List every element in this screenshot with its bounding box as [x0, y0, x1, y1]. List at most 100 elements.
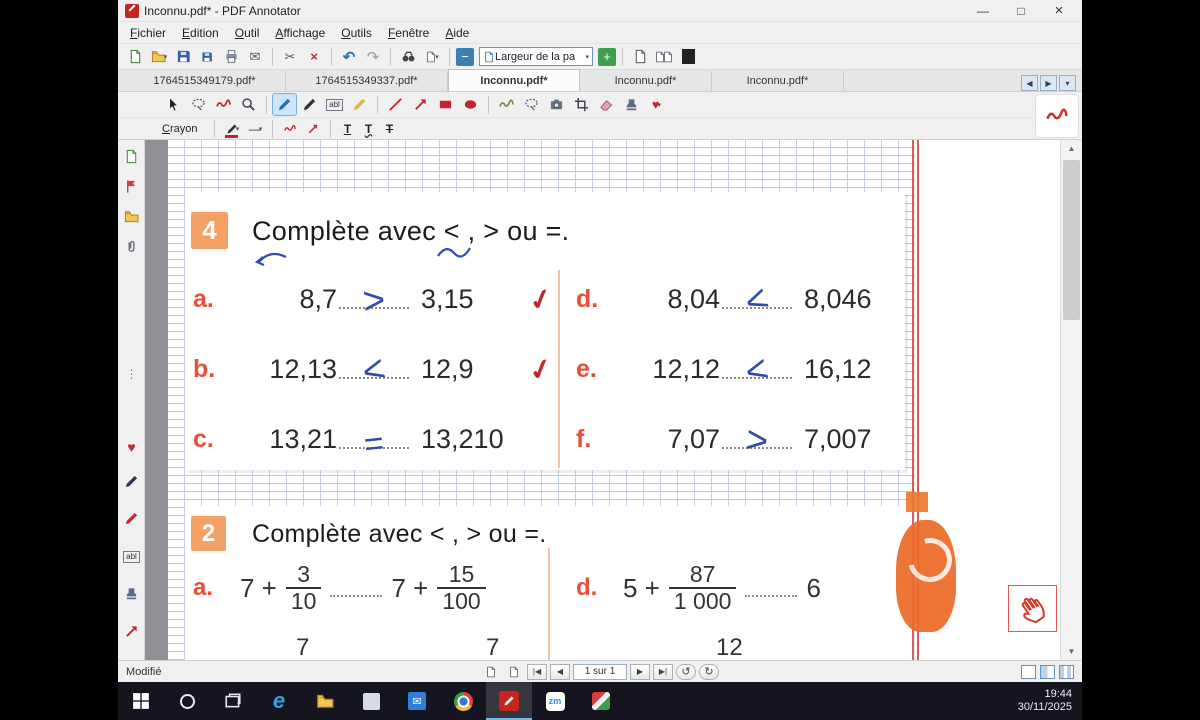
pen-tool-icon[interactable]	[298, 94, 321, 115]
select-tool-icon[interactable]	[187, 94, 210, 115]
pdf-annotator-taskbar-icon[interactable]	[486, 682, 532, 720]
vertical-scrollbar[interactable]: ▲ ▼	[1060, 140, 1082, 660]
curve-smoothing-button-2[interactable]	[303, 120, 323, 138]
pen-color-button[interactable]: ▾	[222, 120, 242, 138]
tab-document-3-active[interactable]: Inconnu.pdf*	[448, 69, 580, 91]
minimize-button[interactable]: —	[964, 1, 1002, 21]
menu-aide[interactable]: Aide	[437, 24, 477, 42]
hand-annotation-widget[interactable]	[1008, 585, 1057, 632]
menu-outil[interactable]: Outil	[227, 24, 268, 42]
answer-blank[interactable]: =	[339, 447, 409, 449]
menu-affichage[interactable]: Affichage	[267, 24, 333, 42]
sidebar-stamp-icon[interactable]	[123, 585, 140, 602]
sidebar-textbox-icon[interactable]: abl	[123, 548, 140, 565]
save-icon[interactable]	[172, 47, 194, 67]
export-page-icon[interactable]	[481, 664, 501, 680]
eraser-tool-icon[interactable]	[595, 94, 618, 115]
grid-layout-button[interactable]	[1059, 665, 1074, 679]
crop-tool-icon[interactable]	[570, 94, 593, 115]
zoom-level-combobox[interactable]: Largeur de la pa ▾	[479, 47, 593, 66]
app-taskbar-icon-2[interactable]	[578, 682, 624, 720]
next-page-button[interactable]: ▶	[630, 664, 650, 680]
tab-document-2[interactable]: 1764515349337.pdf*	[286, 71, 448, 91]
ellipse-tool-icon[interactable]	[459, 94, 482, 115]
copy-page-icon[interactable]	[504, 664, 524, 680]
answer-blank[interactable]: <	[722, 307, 792, 309]
zoom-in-button[interactable]: +	[598, 48, 616, 66]
favorites-tool-icon[interactable]: ♥▾	[645, 94, 668, 115]
rectangle-tool-icon[interactable]	[434, 94, 457, 115]
goto-page-icon[interactable]: ▾	[421, 47, 443, 67]
sidebar-bookmark-icon[interactable]	[123, 178, 140, 195]
search-icon[interactable]	[397, 47, 419, 67]
text-wavy-underline-button[interactable]: T	[359, 122, 377, 136]
sidebar-favorites-icon[interactable]: ♥	[123, 438, 140, 455]
stamp-tool-icon[interactable]	[620, 94, 643, 115]
menu-outils[interactable]: Outils	[333, 24, 380, 42]
tab-menu-button[interactable]: ▾	[1059, 75, 1076, 91]
save-all-icon[interactable]	[196, 47, 218, 67]
cut-icon[interactable]: ✂	[279, 47, 301, 67]
open-dropdown-icon[interactable]: ▾	[164, 53, 168, 61]
start-button[interactable]	[118, 682, 164, 720]
edge-taskbar-icon[interactable]: e	[256, 682, 302, 720]
answer-blank[interactable]	[745, 595, 797, 597]
line-width-button[interactable]: —▾	[245, 120, 265, 138]
menu-fenetre[interactable]: Fenêtre	[380, 24, 437, 42]
zoom-out-button[interactable]: −	[456, 48, 474, 66]
freehand-tool-icon[interactable]	[495, 94, 518, 115]
scribble-tool-icon[interactable]	[212, 94, 235, 115]
undo-icon[interactable]: ↶	[338, 47, 360, 67]
tab-document-5[interactable]: Inconnu.pdf*	[712, 71, 844, 91]
split-layout-button[interactable]	[1040, 665, 1055, 679]
single-page-icon[interactable]	[629, 47, 651, 67]
new-document-icon[interactable]	[124, 47, 146, 67]
answer-blank[interactable]: <	[339, 377, 409, 379]
sidebar-pencil-icon[interactable]	[123, 510, 140, 527]
redo-icon[interactable]: ↷	[362, 47, 384, 67]
page-width-icon[interactable]	[653, 47, 675, 67]
arrow-tool-icon[interactable]	[409, 94, 432, 115]
answer-blank[interactable]: >	[339, 307, 409, 309]
last-page-button[interactable]: ▶|	[653, 664, 673, 680]
view-back-button[interactable]: ↺	[676, 664, 696, 680]
chrome-taskbar-icon[interactable]	[440, 682, 486, 720]
open-file-icon[interactable]: ▾	[148, 47, 170, 67]
magnifier-tool-icon[interactable]	[237, 94, 260, 115]
single-layout-button[interactable]	[1021, 665, 1036, 679]
line-tool-icon[interactable]	[384, 94, 407, 115]
highlighter-tool-icon[interactable]	[348, 94, 371, 115]
close-button[interactable]: ×	[1040, 1, 1078, 21]
sidebar-drag-handle[interactable]: ⋮	[123, 365, 140, 382]
lasso-tool-icon[interactable]	[520, 94, 543, 115]
scroll-up-button[interactable]: ▲	[1061, 140, 1082, 157]
answer-blank[interactable]	[330, 595, 382, 597]
sidebar-pen-icon[interactable]	[123, 473, 140, 490]
document-canvas[interactable]: 4 Complète avec < , > ou =. a. 8,7	[145, 140, 1060, 660]
page-number-field[interactable]: 1 sur 1	[573, 664, 627, 680]
sidebar-folder-icon[interactable]	[123, 208, 140, 225]
restore-button[interactable]: □	[1002, 1, 1040, 21]
tab-document-1[interactable]: 1764515349179.pdf*	[124, 71, 286, 91]
answer-blank[interactable]: <	[722, 377, 792, 379]
answer-blank[interactable]: >	[722, 447, 792, 449]
snapshot-tool-icon[interactable]	[545, 94, 568, 115]
zoom-taskbar-icon[interactable]: zm	[532, 682, 578, 720]
zoom-dropdown-icon[interactable]: ▾	[585, 53, 589, 61]
pointer-tool-icon[interactable]	[162, 94, 185, 115]
curve-smoothing-button-1[interactable]	[280, 120, 300, 138]
task-view-button[interactable]	[210, 682, 256, 720]
delete-icon[interactable]: ×	[303, 47, 325, 67]
sidebar-new-note-icon[interactable]	[123, 148, 140, 165]
full-page-icon[interactable]	[677, 47, 699, 67]
menu-edition[interactable]: Edition	[174, 24, 227, 42]
tab-scroll-left-button[interactable]: ◀	[1021, 75, 1038, 91]
mail-taskbar-icon[interactable]: ✉	[394, 682, 440, 720]
view-forward-button[interactable]: ↻	[699, 664, 719, 680]
text-underline-button[interactable]: T	[338, 122, 356, 136]
taskbar-clock[interactable]: 19:44 30/11/2025	[1008, 682, 1082, 720]
pen-preview-panel[interactable]	[1036, 95, 1078, 137]
text-strikethrough-button[interactable]: T	[380, 122, 398, 136]
scroll-down-button[interactable]: ▼	[1061, 643, 1082, 660]
scrollbar-track[interactable]	[1061, 157, 1082, 643]
